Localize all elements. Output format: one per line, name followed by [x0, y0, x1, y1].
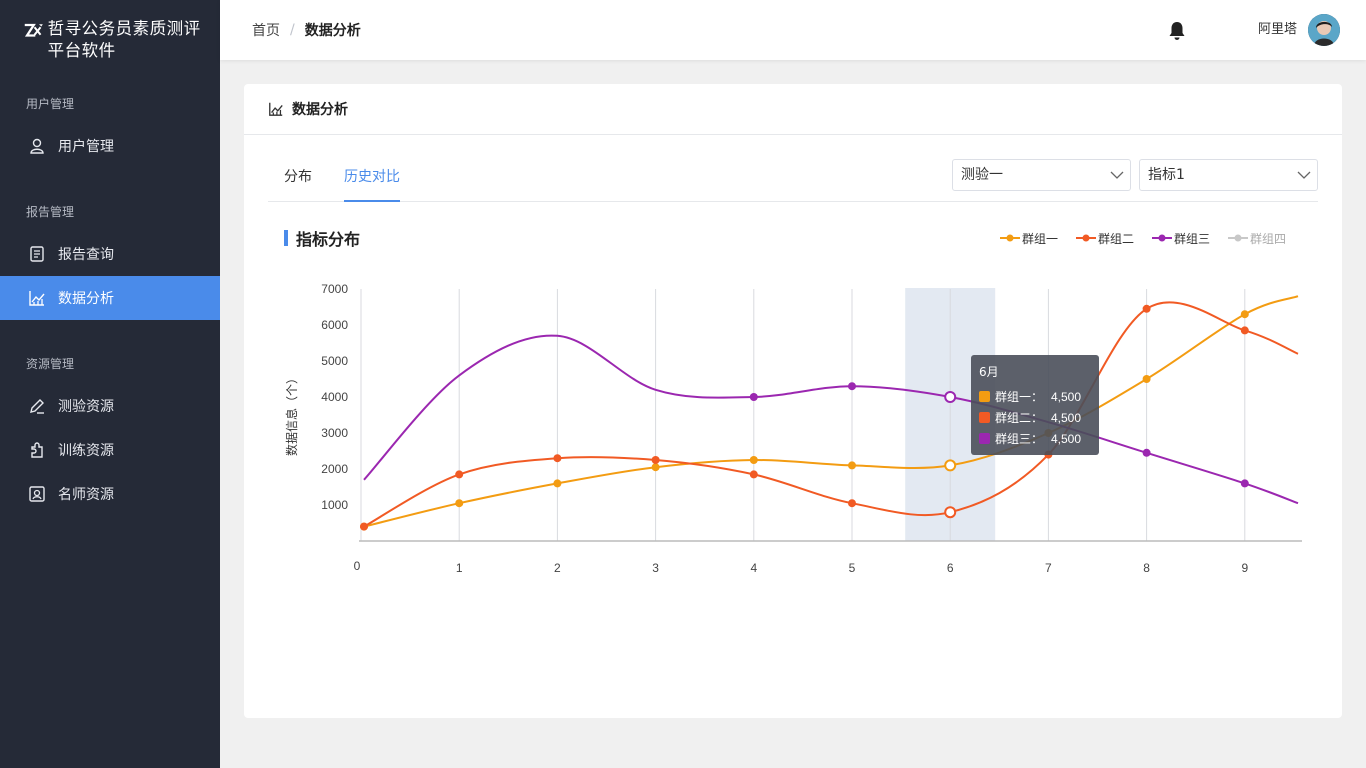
data-point[interactable] — [1240, 326, 1249, 335]
x-tick-label: 4 — [750, 561, 757, 575]
sidebar-item-data-analysis[interactable]: 数据分析 — [0, 276, 220, 320]
tooltip-value: 4,500 — [1051, 411, 1081, 425]
x-tick-label: 8 — [1143, 561, 1150, 575]
sidebar: 哲寻公务员素质测评平台软件 用户管理 用户管理 报告管理 报告查询 数据分析 资… — [0, 0, 220, 768]
data-point[interactable] — [455, 470, 464, 479]
bell-icon[interactable] — [1166, 20, 1188, 42]
data-point[interactable] — [749, 470, 758, 479]
tooltip-swatch — [979, 412, 990, 423]
data-point[interactable] — [455, 499, 464, 508]
y-tick-label: 1000 — [321, 498, 348, 512]
sidebar-item-label: 训练资源 — [58, 443, 114, 459]
nav-group-title: 用户管理 — [26, 97, 75, 111]
tooltip-swatch — [979, 391, 990, 402]
y-tick-label: 4000 — [321, 390, 348, 404]
data-point[interactable] — [944, 459, 957, 472]
series-line-1 — [363, 295, 1299, 528]
tooltip-series-name: 群组一： — [995, 390, 1043, 404]
data-point[interactable] — [360, 522, 368, 531]
x-tick-label: 5 — [849, 561, 856, 575]
top-header: 首页 / 数据分析 阿里塔 — [220, 0, 1366, 60]
line-chart[interactable]: 1000 2000 3000 4000 5000 6000 7000 0 1 2 3 4 5 6 7 8 9 数据… — [244, 84, 1342, 604]
brand: 哲寻公务员素质测评平台软件 — [24, 18, 214, 62]
x-tick-label: 2 — [554, 561, 561, 575]
y-tick-label: 6000 — [321, 318, 348, 332]
series-line-3 — [363, 334, 1299, 505]
data-point[interactable] — [944, 506, 957, 519]
sidebar-item-label: 名师资源 — [58, 487, 114, 503]
data-point[interactable] — [1142, 304, 1151, 313]
teacher-icon — [28, 485, 46, 503]
x-tick-label: 1 — [456, 561, 463, 575]
sidebar-item-label: 报告查询 — [58, 247, 114, 263]
x-tick-label: 0 — [354, 559, 361, 573]
nav-group-report: 报告管理 报告查询 数据分析 — [0, 202, 220, 320]
y-axis-label: 数据信息（个） — [284, 372, 299, 456]
chart-icon — [28, 289, 46, 307]
username[interactable]: 阿里塔 — [1258, 0, 1297, 60]
data-point[interactable] — [848, 461, 856, 470]
sidebar-item-test-resources[interactable]: 测验资源 — [0, 384, 220, 428]
y-tick-label: 2000 — [321, 462, 348, 476]
x-tick-label: 7 — [1045, 561, 1052, 575]
x-tick-label: 3 — [652, 561, 659, 575]
breadcrumb-separator: / — [290, 22, 295, 38]
report-icon — [28, 245, 46, 263]
tooltip-title: 6月 — [979, 365, 999, 379]
data-point[interactable] — [553, 454, 562, 463]
tooltip-swatch — [979, 433, 990, 444]
sidebar-item-label: 数据分析 — [58, 291, 114, 307]
x-tick-label: 9 — [1241, 561, 1248, 575]
sidebar-item-training-resources[interactable]: 训练资源 — [0, 428, 220, 472]
tooltip-value: 4,500 — [1051, 390, 1081, 404]
tooltip-series-name: 群组三： — [995, 432, 1043, 446]
sidebar-item-label: 测验资源 — [58, 399, 114, 415]
data-point[interactable] — [749, 456, 758, 464]
sidebar-item-user-management[interactable]: 用户管理 — [0, 124, 220, 168]
nav-group-title: 资源管理 — [26, 357, 75, 371]
sidebar-item-teacher-resources[interactable]: 名师资源 — [0, 472, 220, 516]
data-point[interactable] — [1142, 375, 1151, 383]
data-point[interactable] — [1142, 448, 1151, 457]
data-point[interactable] — [1240, 310, 1249, 319]
y-tick-label: 5000 — [321, 354, 348, 368]
data-point[interactable] — [749, 393, 758, 401]
sidebar-item-report-query[interactable]: 报告查询 — [0, 232, 220, 276]
data-point[interactable] — [1240, 479, 1249, 488]
breadcrumb: 首页 / 数据分析 — [252, 0, 361, 60]
logo-icon — [24, 23, 43, 37]
tooltip-value: 4,500 — [1051, 432, 1081, 446]
sidebar-item-label: 用户管理 — [58, 139, 114, 155]
y-tick-label: 7000 — [321, 282, 348, 296]
data-point[interactable] — [944, 391, 957, 403]
data-point[interactable] — [651, 463, 660, 472]
avatar[interactable] — [1308, 14, 1340, 46]
data-point[interactable] — [848, 382, 856, 391]
edit-icon — [28, 397, 46, 415]
nav-group-user: 用户管理 用户管理 — [0, 94, 220, 168]
data-point[interactable] — [553, 479, 562, 488]
x-tick-label: 6 — [947, 561, 954, 575]
y-tick-label: 3000 — [321, 426, 348, 440]
puzzle-icon — [28, 441, 46, 459]
tooltip-series-name: 群组二： — [995, 411, 1043, 425]
breadcrumb-home[interactable]: 首页 — [252, 20, 280, 40]
brand-title: 哲寻公务员素质测评平台软件 — [47, 19, 201, 60]
breadcrumb-current: 数据分析 — [304, 23, 361, 39]
nav-group-resources: 资源管理 测验资源 训练资源 名师资源 — [0, 354, 220, 516]
data-point[interactable] — [848, 499, 856, 508]
user-icon — [28, 137, 46, 155]
nav-group-title: 报告管理 — [26, 205, 75, 219]
data-point[interactable] — [651, 456, 660, 464]
